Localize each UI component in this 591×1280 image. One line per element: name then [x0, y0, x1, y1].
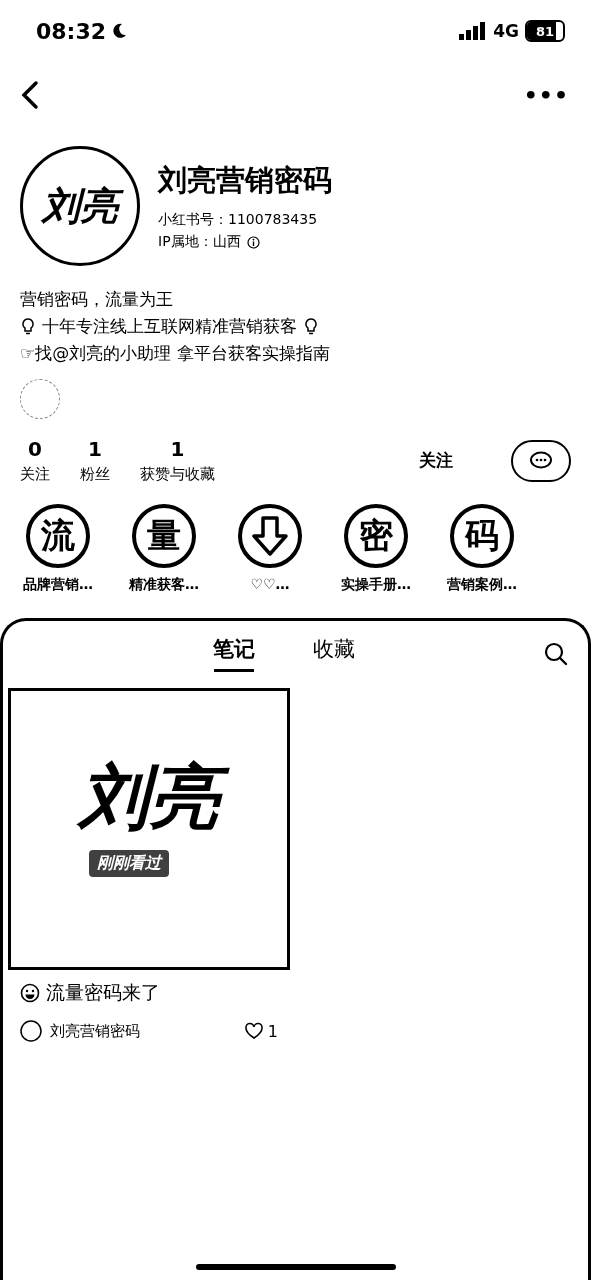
- home-indicator: [196, 1264, 396, 1270]
- like-count[interactable]: 1: [244, 1022, 278, 1041]
- bio-line: 十年专注线上互联网精准营销获客: [20, 315, 571, 338]
- note-author: 刘亮营销密码: [50, 1022, 236, 1041]
- highlight[interactable]: 量精准获客…: [118, 504, 210, 594]
- back-icon[interactable]: [20, 80, 40, 110]
- network-label: 4G: [493, 21, 519, 41]
- profile-ip: IP属地：山西: [158, 233, 332, 251]
- bulb-icon: [20, 318, 36, 336]
- status-time: 08:32: [36, 19, 128, 44]
- nav-bar: •••: [0, 62, 591, 128]
- highlights: 流品牌营销…量精准获客…♡♡…密实操手册…码营销案例…: [0, 484, 591, 594]
- stats-row: 0关注 1粉丝 1获赞与收藏 关注: [0, 419, 591, 484]
- highlight-cover: 流: [26, 504, 90, 568]
- message-icon: [529, 451, 553, 471]
- info-icon[interactable]: [247, 236, 260, 249]
- highlight-cover: 量: [132, 504, 196, 568]
- moon-icon: [110, 22, 128, 40]
- highlight-cover: 码: [450, 504, 514, 568]
- profile-name: 刘亮营销密码: [158, 161, 332, 201]
- stat[interactable]: 1粉丝: [80, 437, 110, 484]
- bio-line: 营销密码，流量为王: [20, 288, 571, 311]
- notes-grid: 刘亮刚刚看过流量密码来了刘亮营销密码 1: [3, 672, 588, 1042]
- highlight[interactable]: 密实操手册…: [330, 504, 422, 594]
- bulb-icon: [303, 318, 319, 336]
- profile-page: 08:324G81•••刘亮刘亮营销密码小红书号：1100783435IP属地：…: [0, 0, 591, 1280]
- note-title: 流量密码来了: [8, 980, 290, 1006]
- highlight-label: 实操手册…: [341, 576, 411, 594]
- highlight-label: 营销案例…: [447, 576, 517, 594]
- profile-header: 刘亮刘亮营销密码小红书号：1100783435 IP属地：山西: [0, 128, 591, 266]
- search-icon[interactable]: [544, 642, 568, 666]
- highlight[interactable]: ♡♡…: [224, 504, 316, 594]
- stat[interactable]: 1获赞与收藏: [140, 437, 215, 484]
- battery: 81: [525, 20, 565, 42]
- heart-icon: [244, 1022, 264, 1040]
- tab[interactable]: 笔记: [213, 635, 255, 672]
- note-footer: 刘亮营销密码 1: [8, 1016, 290, 1042]
- follow-button[interactable]: 关注: [401, 443, 471, 478]
- note-cover: 刘亮刚刚看过: [8, 688, 290, 970]
- stat[interactable]: 0关注: [20, 437, 50, 484]
- more-button[interactable]: •••: [524, 83, 569, 108]
- highlight[interactable]: 流品牌营销…: [12, 504, 104, 594]
- signal-icon: [459, 22, 487, 40]
- highlight-label: 精准获客…: [129, 576, 199, 594]
- note-card[interactable]: 刘亮刚刚看过流量密码来了刘亮营销密码 1: [8, 688, 290, 1042]
- message-button[interactable]: [511, 440, 571, 482]
- tabs-row: 笔记 收藏: [3, 621, 588, 672]
- highlight-label: ♡♡…: [250, 576, 289, 592]
- down-arrow-icon: [251, 516, 289, 556]
- gender-tag: [20, 379, 60, 419]
- highlight[interactable]: 码营销案例…: [436, 504, 528, 594]
- content-panel: 笔记 收藏刘亮刚刚看过流量密码来了刘亮营销密码 1: [0, 618, 591, 1280]
- viewed-badge: 刚刚看过: [89, 850, 169, 877]
- highlight-cover: [238, 504, 302, 568]
- profile-info: 刘亮营销密码小红书号：1100783435 IP属地：山西: [158, 161, 332, 251]
- highlight-label: 品牌营销…: [23, 576, 93, 594]
- bio: 营销密码，流量为王十年专注线上互联网精准营销获客 ☞找@刘亮的小助理 拿平台获客实…: [0, 266, 591, 365]
- avatar[interactable]: 刘亮: [20, 146, 140, 266]
- smiley-icon: [20, 983, 40, 1003]
- highlight-cover: 密: [344, 504, 408, 568]
- tab[interactable]: 收藏: [313, 635, 355, 672]
- bio-line: ☞找@刘亮的小助理 拿平台获客实操指南: [20, 342, 571, 365]
- profile-id: 小红书号：1100783435: [158, 211, 332, 229]
- status-bar: 08:32 4G 81: [0, 0, 591, 62]
- author-avatar-icon: [20, 1020, 42, 1042]
- status-right: 4G 81: [459, 20, 565, 42]
